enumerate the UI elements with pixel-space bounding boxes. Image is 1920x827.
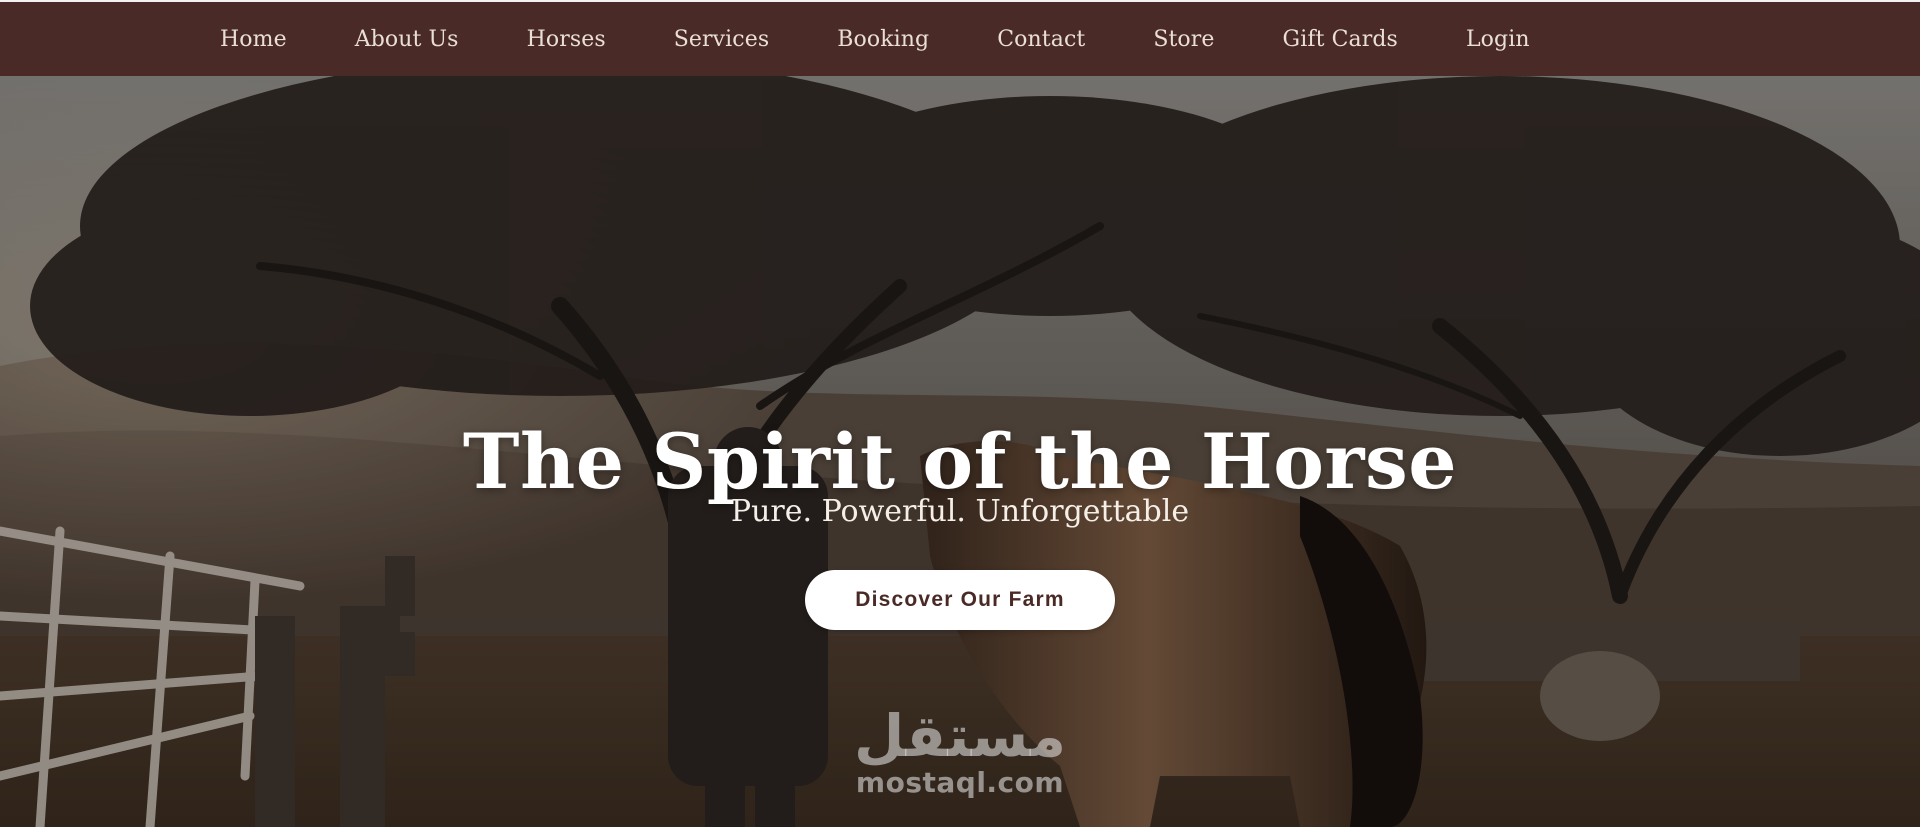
nav-item-home[interactable]: Home — [220, 27, 287, 52]
watermark-latin-text: mostaql.com — [855, 766, 1065, 799]
nav-item-about-us[interactable]: About Us — [355, 27, 459, 52]
discover-farm-button[interactable]: Discover Our Farm — [805, 570, 1115, 630]
nav-item-gift-cards[interactable]: Gift Cards — [1283, 27, 1398, 52]
nav-list: Home About Us Horses Services Booking Co… — [220, 2, 1598, 76]
nav-item-booking[interactable]: Booking — [837, 27, 929, 52]
hero-title: The Spirit of the Horse — [462, 416, 1458, 506]
nav-item-horses[interactable]: Horses — [527, 27, 606, 52]
watermark-logo: مستقل mostaql.com — [845, 704, 1075, 798]
nav-item-services[interactable]: Services — [674, 27, 770, 52]
main-navigation: Home About Us Horses Services Booking Co… — [0, 2, 1920, 76]
nav-item-contact[interactable]: Contact — [997, 27, 1085, 52]
hero-section: The Spirit of the Horse Pure. Powerful. … — [0, 76, 1920, 827]
nav-item-login[interactable]: Login — [1466, 27, 1530, 52]
watermark-arabic-text: مستقل — [853, 702, 1067, 770]
nav-item-store[interactable]: Store — [1153, 27, 1214, 52]
hero-subtitle: Pure. Powerful. Unforgettable — [730, 494, 1190, 529]
